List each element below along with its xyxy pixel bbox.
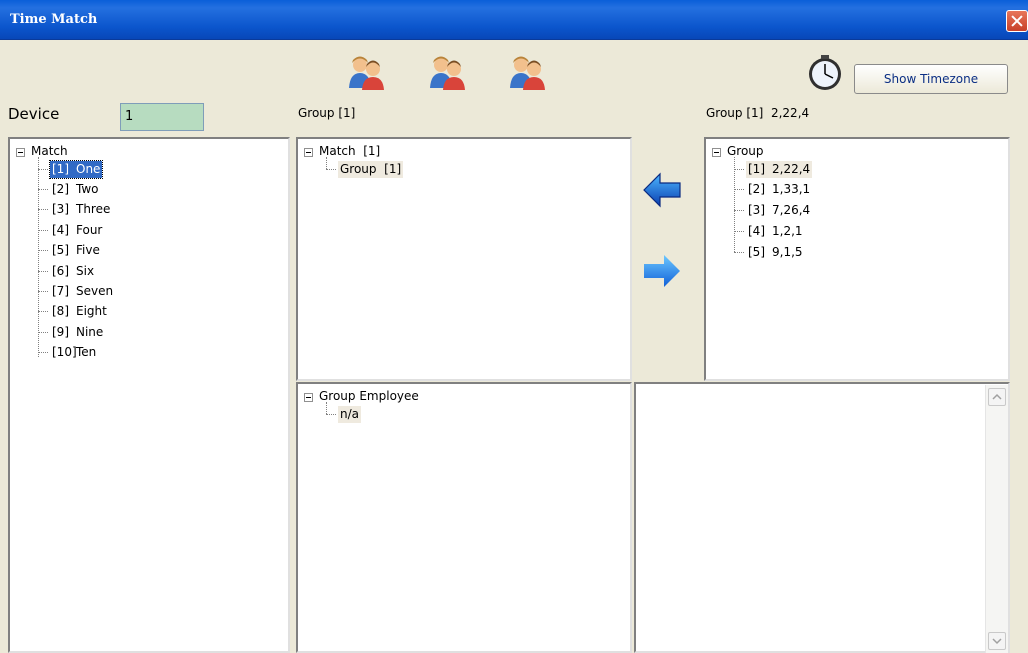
group-tree-panel[interactable]: Match [1] Group [1] <box>296 137 632 381</box>
middle-header: Group [1] <box>298 106 356 120</box>
group-item-1[interactable]: [1] 2,22,4 <box>746 161 813 178</box>
group-list-panel[interactable]: Group [1] 2,22,4 [2] 1,33,1 [3] 7,26,4 [4] 1… <box>704 137 1010 381</box>
group-tree-root[interactable]: Group <box>725 143 766 160</box>
group-item-2[interactable]: [2] 1,33,1 <box>746 181 812 198</box>
employee-tree-root[interactable]: Group Employee <box>317 388 421 405</box>
tree-item-match-10[interactable]: [10]Ten <box>50 344 98 361</box>
group-users-icon[interactable] <box>508 54 548 90</box>
device-label: Device <box>8 105 60 123</box>
tree-item-match-1[interactable]: [1] One <box>48 160 104 179</box>
tree-item-match-7[interactable]: [7] Seven <box>50 283 115 300</box>
tree-item-match-9[interactable]: [9] Nine <box>50 324 105 341</box>
tree-item-match-3[interactable]: [3] Three <box>50 201 112 218</box>
tree-item-match-4[interactable]: [4] Four <box>50 222 104 239</box>
tree-item-match-6[interactable]: [6] Six <box>50 263 96 280</box>
arrow-left-icon[interactable] <box>642 172 682 208</box>
collapse-icon[interactable] <box>304 148 313 157</box>
chevron-up-icon <box>992 393 1002 400</box>
tree-item-match-8[interactable]: [8] Eight <box>50 303 109 320</box>
group-item-4[interactable]: [4] 1,2,1 <box>746 223 805 240</box>
title-bar: Time Match <box>0 0 1028 40</box>
vertical-scrollbar[interactable] <box>985 385 1008 653</box>
details-textarea[interactable] <box>634 382 1010 653</box>
scroll-up-button[interactable] <box>988 388 1006 406</box>
group-users-icon[interactable] <box>347 54 387 90</box>
show-timezone-button[interactable]: Show Timezone <box>854 64 1008 94</box>
clock-icon[interactable] <box>806 54 844 92</box>
close-button[interactable] <box>1006 10 1028 32</box>
employee-tree-panel[interactable]: Group Employee n/a <box>296 382 632 653</box>
match-tree-root[interactable]: Match <box>29 143 70 160</box>
collapse-icon[interactable] <box>712 148 721 157</box>
arrow-right-icon[interactable] <box>642 253 682 289</box>
scroll-down-button[interactable] <box>988 632 1006 650</box>
group-item-3[interactable]: [3] 7,26,4 <box>746 202 812 219</box>
device-input[interactable]: 1 <box>120 103 204 131</box>
collapse-icon[interactable] <box>304 393 313 402</box>
employee-tree-item[interactable]: n/a <box>338 406 362 423</box>
tree-item-match-2[interactable]: [2] Two <box>50 181 101 198</box>
right-header: Group [1] 2,22,4 <box>706 106 810 120</box>
window-title: Time Match <box>10 12 98 27</box>
tree-item-match-5[interactable]: [5] Five <box>50 242 102 259</box>
group-users-icon[interactable] <box>428 54 468 90</box>
collapse-icon[interactable] <box>16 148 25 157</box>
middle-tree-group[interactable]: Group [1] <box>338 161 404 178</box>
chevron-down-icon <box>992 638 1002 645</box>
group-item-5[interactable]: [5] 9,1,5 <box>746 244 805 261</box>
match-tree-panel[interactable]: Match [1] One [2] Two [3] Three [4] Four [5]… <box>8 137 290 653</box>
